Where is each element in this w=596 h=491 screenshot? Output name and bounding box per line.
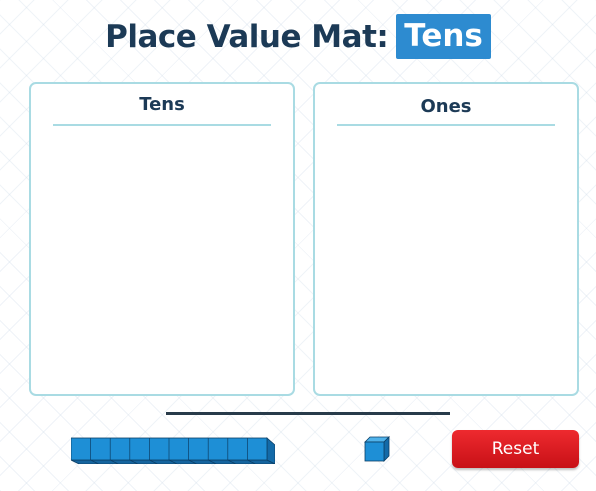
reset-button[interactable]: Reset [452, 430, 579, 468]
title-badge: Tens [396, 14, 491, 59]
tens-rod-icon[interactable] [71, 436, 275, 464]
tens-column-divider [53, 124, 271, 126]
title-prefix: Place Value Mat: [105, 18, 389, 55]
ones-column-header: Ones [420, 96, 472, 117]
ones-column[interactable]: Ones [313, 82, 579, 396]
tens-column[interactable]: Tens [29, 82, 295, 396]
page-title: Place Value Mat: Tens [0, 14, 596, 59]
ones-cube-icon[interactable] [364, 436, 390, 462]
ones-column-divider [337, 124, 555, 126]
tens-column-header: Tens [139, 94, 185, 115]
answer-line [166, 412, 450, 415]
